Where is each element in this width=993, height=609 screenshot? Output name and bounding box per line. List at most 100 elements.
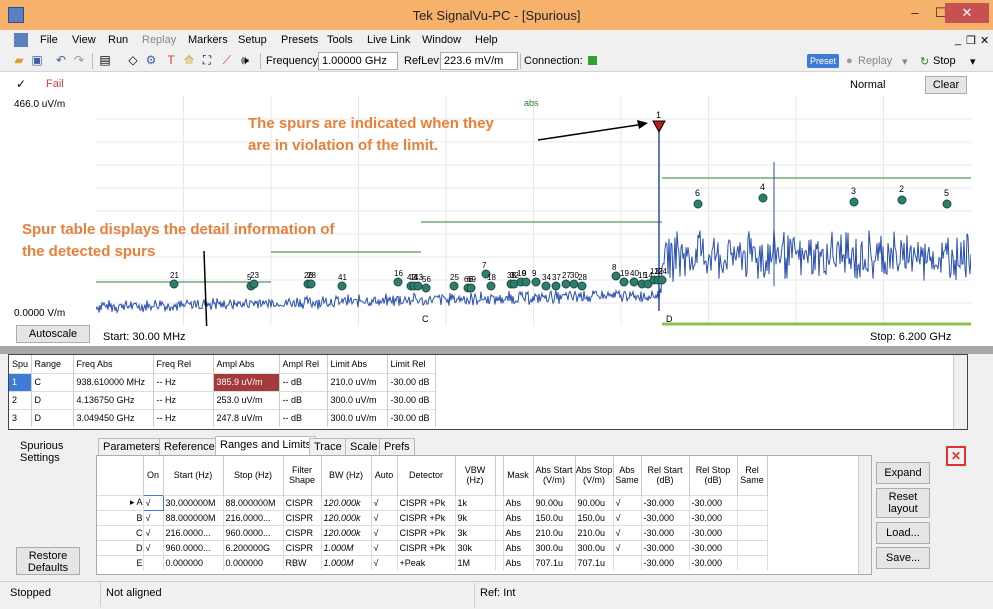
preset-button[interactable]: Preset (807, 54, 840, 68)
ranges-table-cell[interactable]: √ (613, 509, 642, 525)
spur-table-header[interactable]: Freq Rel (153, 355, 214, 373)
menu-tools[interactable]: Tools (327, 34, 353, 46)
spur-table-header[interactable]: Spu (9, 355, 32, 373)
ranges-table-header[interactable]: Abs Stop (V/m) (575, 456, 614, 495)
ranges-table-cell[interactable]: √ (371, 554, 398, 570)
ranges-table-cell[interactable]: √ (613, 494, 642, 510)
menu-help[interactable]: Help (475, 34, 498, 46)
tab-ranges-and-limits[interactable]: Ranges and Limits (215, 436, 317, 455)
ranges-table-header[interactable] (97, 456, 144, 495)
spectrum-plot[interactable]: absC D21 523 2628 41 16 421143 56 25 6669718 38321… (96, 96, 971, 326)
ranges-table-header[interactable]: On (143, 456, 164, 495)
toolbar-overflow-icon[interactable]: ▾ (970, 55, 976, 68)
ranges-table-header[interactable]: Abs Start (V/m) (533, 456, 576, 495)
ranges-table-header[interactable]: Detector (397, 456, 456, 495)
ranges-table-header[interactable] (495, 456, 504, 495)
spur-table-row[interactable]: 2 D 4.136750 GHz -- Hz 253.0 uV/m -- dB 300.0 … (9, 390, 436, 409)
marker-tool-icon[interactable]: ◇ (126, 53, 140, 67)
ranges-table-header[interactable]: Filter Shape (283, 456, 322, 495)
ranges-table[interactable]: On Start (Hz) Stop (Hz) Filter Shape BW (Hz)… (96, 455, 872, 575)
menu-window[interactable]: Window (422, 34, 461, 46)
ranges-table-cell[interactable]: √ (371, 524, 398, 540)
ranges-table-header[interactable]: Mask (503, 456, 534, 495)
ranges-table-cell[interactable]: √ (371, 539, 398, 555)
close-settings-icon[interactable]: ✕ (946, 446, 966, 466)
autoscale-button[interactable]: Autoscale (16, 325, 90, 343)
save-icon[interactable]: ▣ (30, 53, 44, 67)
tab-prefs[interactable]: Prefs (379, 438, 415, 455)
ranges-table-header[interactable]: Auto (371, 456, 398, 495)
stop-frequency-label[interactable]: Stop: 6.200 GHz (870, 331, 951, 343)
menu-setup[interactable]: Setup (238, 34, 267, 46)
spur-table[interactable]: Spu Range Freq Abs Freq Rel Ampl Abs Ampl Rel… (8, 354, 968, 430)
spur-table-header[interactable]: Limit Rel (387, 355, 436, 373)
ranges-table-header[interactable]: VBW (Hz) (455, 456, 496, 495)
minimize-button[interactable]: – (902, 3, 928, 23)
ranges-table-cell[interactable]: √ (143, 539, 164, 555)
mdi-min-icon[interactable]: _ (955, 34, 961, 46)
settings-gear-icon[interactable]: ⚙ (144, 53, 158, 67)
spur-table-header[interactable]: Range (31, 355, 74, 373)
print-icon[interactable]: ▤ (98, 53, 112, 67)
mdi-restore-icon[interactable]: ❐ (966, 34, 976, 47)
peak-icon[interactable]: ⟰ (182, 53, 196, 67)
spur-table-row[interactable]: 3 D 3.049450 GHz -- Hz 247.8 uV/m -- dB 300.0 … (9, 408, 436, 427)
menu-view[interactable]: View (72, 34, 96, 46)
redo-icon[interactable]: ↷ (72, 53, 86, 67)
spur-table-row[interactable]: 1 C 938.610000 MHz -- Hz 385.9 uV/m -- dB 210.… (9, 372, 436, 391)
stop-button[interactable]: Stop (933, 55, 956, 67)
ranges-table-header[interactable]: Rel Start (dB) (641, 456, 690, 495)
ranges-table-cell[interactable]: √ (143, 509, 164, 525)
menu-run[interactable]: Run (108, 34, 128, 46)
ranges-table-header[interactable]: Abs Same (613, 456, 642, 495)
ranges-table-header[interactable]: Rel Same (737, 456, 768, 495)
save-button[interactable]: Save... (876, 547, 930, 569)
clear-button[interactable]: Clear (925, 76, 967, 94)
ranges-table-header[interactable]: Stop (Hz) (223, 456, 284, 495)
spur-table-header[interactable]: Limit Abs (327, 355, 388, 373)
start-frequency-label[interactable]: Start: 30.00 MHz (103, 331, 186, 343)
frequency-input[interactable] (318, 52, 398, 70)
ranges-table-cell[interactable] (613, 554, 642, 570)
ranges-table-cell[interactable]: √ (371, 494, 398, 510)
close-button[interactable]: ✕ (945, 3, 989, 23)
mdi-close-icon[interactable]: ✕ (980, 34, 989, 47)
ranges-table-cell[interactable]: √ (613, 524, 642, 540)
tab-parameters[interactable]: Parameters (98, 438, 165, 455)
restore-defaults-button[interactable]: Restore Defaults (16, 547, 80, 575)
ranges-table-header[interactable]: Start (Hz) (163, 456, 224, 495)
menu-live-link[interactable]: Live Link (367, 34, 410, 46)
tab-reference[interactable]: Reference (159, 438, 220, 455)
chart-tool-icon[interactable]: ⟋ (220, 53, 234, 67)
ranges-table-header[interactable]: BW (Hz) (321, 456, 372, 495)
menu-replay[interactable]: Replay (142, 34, 176, 46)
load-button[interactable]: Load... (876, 522, 930, 544)
ranges-table-cell[interactable]: √ (371, 509, 398, 525)
ranges-scrollbar[interactable] (858, 456, 871, 574)
tab-trace[interactable]: Trace (309, 438, 347, 455)
ranges-table-cell[interactable]: √ (142, 494, 164, 511)
tab-scale[interactable]: Scale (345, 438, 383, 455)
ranges-table-row[interactable]: B √ 88.000000M 216.0000... CISPR 120.000k √ CIS… (97, 509, 768, 525)
undo-icon[interactable]: ↶ (54, 53, 68, 67)
ranges-table-cell[interactable]: √ (613, 539, 642, 555)
ranges-table-row[interactable]: D √ 960.0000... 6.200000G CISPR 1.000M √ CISPR … (97, 539, 768, 555)
reflev-input[interactable] (440, 52, 518, 70)
spur-table-header[interactable]: Ampl Rel (279, 355, 328, 373)
spur-table-header[interactable]: Ampl Abs (213, 355, 280, 373)
ranges-table-cell[interactable] (143, 554, 164, 570)
replay-button[interactable]: Replay (858, 55, 892, 67)
spur-table-scrollbar[interactable] (953, 355, 967, 429)
reset-layout-button[interactable]: Reset layout (876, 488, 930, 518)
splitter[interactable] (0, 346, 993, 354)
ranges-table-row[interactable]: C √ 216.0000... 960.0000... CISPR 120.000k √ CI… (97, 524, 768, 540)
open-folder-icon[interactable]: ▰ (12, 53, 26, 67)
text-tool-icon[interactable]: T (164, 53, 178, 67)
ranges-table-row[interactable]: ▸ A √ 30.000000M 88.000000M CISPR 120.000k √ CI… (97, 494, 768, 511)
expand-button[interactable]: Expand (876, 462, 930, 484)
menu-file[interactable]: File (40, 34, 58, 46)
zoom-icon[interactable]: ⛶ (200, 53, 214, 67)
ranges-table-cell[interactable]: √ (143, 524, 164, 540)
spur-table-header[interactable]: Freq Abs (73, 355, 154, 373)
menu-presets[interactable]: Presets (281, 34, 318, 46)
